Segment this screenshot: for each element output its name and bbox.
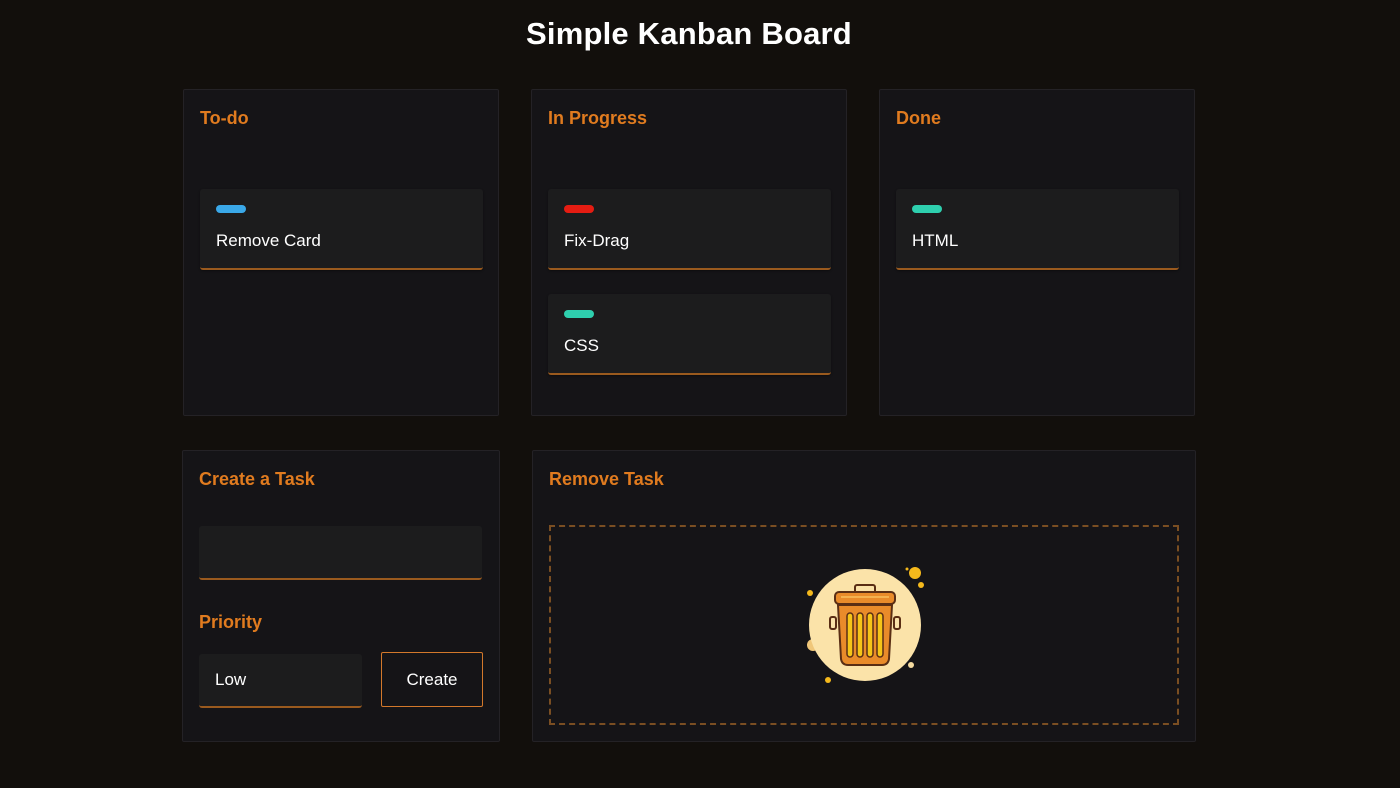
- create-task-panel: Create a Task Priority Low Create: [182, 450, 500, 742]
- task-card[interactable]: Fix-Drag: [548, 189, 831, 270]
- column-title: In Progress: [548, 108, 648, 128]
- remove-task-title: Remove Task: [549, 469, 664, 489]
- task-name-input[interactable]: [199, 526, 482, 580]
- task-card[interactable]: HTML: [896, 189, 1179, 270]
- column-in-progress[interactable]: In Progress Fix-Drag CSS: [531, 89, 847, 416]
- task-card[interactable]: CSS: [548, 294, 831, 375]
- priority-tag: [564, 310, 594, 318]
- priority-tag: [216, 205, 246, 213]
- priority-tag: [564, 205, 594, 213]
- column-title: To-do: [200, 108, 249, 128]
- create-button[interactable]: Create: [381, 652, 483, 707]
- priority-tag: [912, 205, 942, 213]
- task-card-label: Remove Card: [216, 231, 321, 250]
- priority-label: Priority: [199, 612, 263, 632]
- task-card[interactable]: Remove Card: [200, 189, 483, 270]
- create-task-title: Create a Task: [199, 469, 315, 489]
- priority-select[interactable]: Low: [199, 654, 362, 708]
- remove-task-panel: Remove Task: [532, 450, 1196, 742]
- task-card-label: HTML: [912, 231, 959, 250]
- trash-can-icon: [797, 555, 937, 695]
- page-title: Simple Kanban Board: [526, 16, 852, 51]
- trash-dropzone[interactable]: [549, 525, 1179, 725]
- task-card-label: CSS: [564, 336, 599, 355]
- column-title: Done: [896, 108, 941, 128]
- task-card-label: Fix-Drag: [564, 231, 630, 250]
- column-todo[interactable]: To-do Remove Card: [183, 89, 499, 416]
- column-done[interactable]: Done HTML: [879, 89, 1195, 416]
